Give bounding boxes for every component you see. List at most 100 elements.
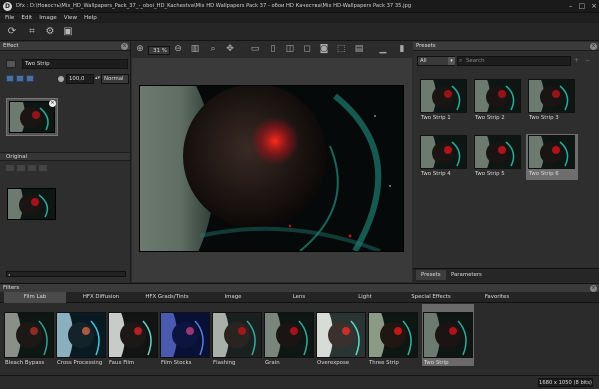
menu-help[interactable]: Help <box>84 15 97 21</box>
preset-label: Two Strip 4 <box>421 171 451 177</box>
tab-hfx-grads-tints[interactable]: HFX Grads/Tints <box>136 292 198 303</box>
filter-label: Overexpose <box>317 360 350 366</box>
filter-thumbnail <box>4 312 54 358</box>
compare-icon[interactable]: ▯ <box>268 44 278 55</box>
close-icon[interactable]: × <box>590 285 597 292</box>
delete-preset-icon[interactable]: − <box>585 57 590 64</box>
preset-item[interactable]: Two Strip 3 <box>526 78 578 124</box>
tab-special-effects[interactable]: Special Effects <box>400 292 462 303</box>
effect-name-field[interactable]: Two Strip <box>22 59 128 69</box>
preset-thumbnail <box>474 79 521 113</box>
remove-icon[interactable]: × <box>49 100 56 107</box>
original-thumbnail <box>7 188 56 220</box>
tab-favorites[interactable]: Favorites <box>466 292 528 303</box>
menu-image[interactable]: Image <box>39 15 57 21</box>
preset-search-input[interactable]: Search <box>457 56 571 66</box>
preset-thumbnail <box>528 135 575 169</box>
window-title: Dfx : D:\Новость\Mix_HD_Wallpapers_Pack_… <box>16 3 412 9</box>
minimize-icon[interactable]: – <box>569 2 573 10</box>
mask-view-icon[interactable]: ◻ <box>302 44 312 55</box>
filter-item[interactable]: Grain <box>263 304 315 366</box>
preset-item[interactable]: Two Strip 4 <box>418 134 470 180</box>
refresh-icon[interactable]: ⟳ <box>6 26 18 38</box>
scroll-left-icon[interactable]: ◂ <box>8 272 11 277</box>
panel-icon[interactable]: ▮ <box>397 44 407 55</box>
zoom-level[interactable]: 31 % <box>148 46 170 55</box>
magnifier-icon[interactable]: ⌕ <box>208 44 218 55</box>
frame-icon[interactable]: ▣ <box>62 26 74 38</box>
filter-thumbnail <box>108 312 158 358</box>
tool-icon[interactable] <box>39 165 47 171</box>
stepper-icon[interactable]: ▴▾ <box>95 75 100 81</box>
camera-icon[interactable]: ◙ <box>319 44 329 55</box>
presets-panel: Presets × All ▾ Search ⌕ + − Two Strip 1… <box>413 42 599 282</box>
filter-item[interactable]: Cross Processing <box>55 304 107 366</box>
zoom-in-icon[interactable]: ⊕ <box>135 44 145 55</box>
preset-item-selected[interactable]: Two Strip 6 <box>526 134 578 180</box>
brush-icon[interactable] <box>26 75 34 82</box>
presets-panel-header: Presets × <box>413 42 599 51</box>
close-icon[interactable]: × <box>121 43 128 50</box>
amount-field[interactable]: 100,0 <box>66 74 94 84</box>
filter-thumbnail <box>423 312 473 358</box>
view-icon[interactable] <box>6 75 14 82</box>
screen-icon[interactable]: ▤ <box>354 44 364 55</box>
search-icon: ⌕ <box>459 57 463 64</box>
maximize-icon[interactable]: □ <box>579 2 586 10</box>
preset-thumbnail <box>420 79 467 113</box>
chevron-down-icon[interactable]: ▾ <box>448 57 455 65</box>
zoom-out-icon[interactable]: ⊖ <box>173 44 183 55</box>
filter-item[interactable]: Three Strip <box>367 304 419 366</box>
filter-item[interactable]: Faux Film <box>107 304 159 366</box>
pan-icon[interactable]: ✥ <box>225 44 235 55</box>
selection-icon[interactable]: ⬚ <box>336 44 346 55</box>
crop-icon[interactable]: ⌗ <box>26 26 38 38</box>
tab-light[interactable]: Light <box>334 292 396 303</box>
tab-lens[interactable]: Lens <box>268 292 330 303</box>
presets-panel-title: Presets <box>416 43 436 49</box>
filter-label: Three Strip <box>369 360 399 366</box>
filter-label: Film Stocks <box>161 360 192 366</box>
fit-icon[interactable]: ▥ <box>190 44 200 55</box>
tab-presets[interactable]: Presets <box>416 270 446 280</box>
preset-item[interactable]: Two Strip 2 <box>472 78 524 124</box>
histogram-icon[interactable]: ▁ <box>378 44 388 55</box>
before-after-icon[interactable]: ◫ <box>285 44 295 55</box>
mask-icon[interactable] <box>16 75 24 82</box>
close-icon[interactable]: × <box>591 2 597 10</box>
filter-item[interactable]: Film Stocks <box>159 304 211 366</box>
effect-panel-header: Effect × <box>0 42 130 51</box>
menu-view[interactable]: View <box>64 15 77 21</box>
tab-film-lab[interactable]: Film Lab <box>4 292 66 303</box>
preset-item[interactable]: Two Strip 5 <box>472 134 524 180</box>
filters-panel-title: Filters <box>3 285 20 291</box>
menu-file[interactable]: File <box>5 15 14 21</box>
title-bar: D Dfx : D:\Новость\Mix_HD_Wallpapers_Pac… <box>0 0 599 13</box>
preset-item[interactable]: Two Strip 1 <box>418 78 470 124</box>
filter-item-selected[interactable]: Two Strip <box>422 304 474 366</box>
preset-label: Two Strip 6 <box>529 171 559 177</box>
main-image[interactable] <box>139 85 404 252</box>
tab-hfx-diffusion[interactable]: HFX Diffusion <box>70 292 132 303</box>
preset-label: Two Strip 5 <box>475 171 505 177</box>
split-view-icon[interactable]: ▭ <box>250 44 260 55</box>
filter-thumbnail <box>212 312 262 358</box>
filter-item[interactable]: Flashing <box>211 304 263 366</box>
tool-icon[interactable] <box>17 165 25 171</box>
settings-icon[interactable]: ⚙ <box>44 26 56 38</box>
filter-label: Flashing <box>213 360 236 366</box>
preset-label: Two Strip 3 <box>529 115 559 121</box>
tab-image[interactable]: Image <box>202 292 264 303</box>
menu-edit[interactable]: Edit <box>21 15 32 21</box>
add-preset-icon[interactable]: + <box>574 57 579 64</box>
layer-icon[interactable] <box>6 60 16 68</box>
filter-item[interactable]: Overexpose <box>315 304 367 366</box>
tool-icon[interactable] <box>28 165 36 171</box>
tab-parameters[interactable]: Parameters <box>446 270 487 280</box>
effect-thumbnail-frame[interactable]: × <box>6 98 58 136</box>
tool-icon[interactable] <box>6 165 14 171</box>
horizontal-scrollbar[interactable]: ◂ <box>6 271 126 277</box>
close-icon[interactable]: × <box>590 43 597 50</box>
filter-item[interactable]: Bleach Bypass <box>3 304 55 366</box>
blend-mode-select[interactable]: Normal <box>101 74 129 84</box>
